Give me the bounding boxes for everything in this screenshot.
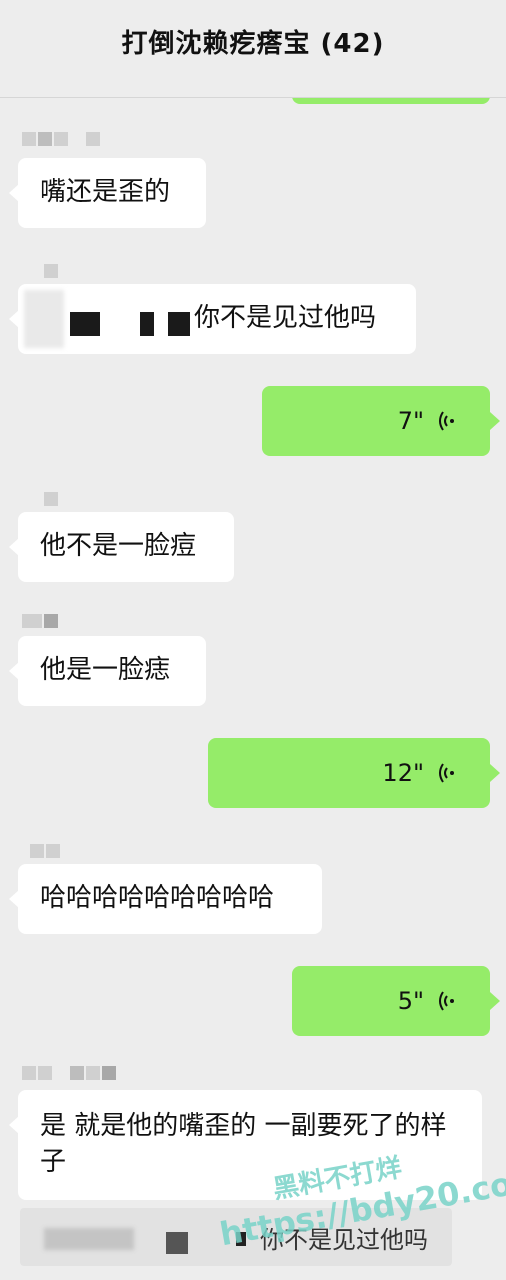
sender-avatar-name[interactable] (30, 844, 60, 866)
voice-wave-icon (439, 991, 454, 1011)
redaction-block (70, 312, 100, 336)
message-bubble-incoming[interactable]: 嘴还是歪的 (9, 158, 206, 228)
message-bubble-incoming[interactable]: 哈哈哈哈哈哈哈哈哈 (9, 864, 322, 934)
redaction-block (166, 1232, 188, 1254)
sender-avatar-name[interactable] (22, 132, 100, 154)
voice-message-bubble[interactable]: 5" (292, 966, 500, 1036)
message-text: 他不是一脸痘 (40, 531, 197, 561)
sender-avatar-name[interactable] (22, 1066, 116, 1088)
redaction-block (168, 312, 190, 336)
sender-avatar-name[interactable] (44, 264, 58, 286)
voice-message-bubble[interactable]: 7" (262, 386, 500, 456)
sender-avatar-name[interactable] (22, 614, 58, 636)
voice-duration: 12" (382, 759, 424, 787)
message-text: 哈哈哈哈哈哈哈哈哈 (40, 883, 275, 913)
voice-wave-icon (439, 763, 454, 783)
message-text: 他是一脸痣 (40, 655, 171, 685)
message-text: 你不是见过他吗 (194, 303, 377, 333)
message-bubble-incoming[interactable]: 他是一脸痣 (9, 636, 206, 706)
chat-header: 打倒沈赖疙瘩宝 (42) (0, 0, 506, 98)
voice-wave-icon (439, 411, 454, 431)
redaction-blur (24, 290, 64, 348)
message-bubble-incoming[interactable]: 他不是一脸痘 (9, 512, 234, 582)
redaction-blur (44, 1228, 134, 1250)
redaction-block (140, 312, 154, 336)
sender-avatar-name[interactable] (44, 492, 58, 514)
voice-duration: 7" (397, 407, 424, 435)
message-text: 嘴还是歪的 (40, 177, 171, 207)
voice-message-bubble[interactable]: 12" (208, 738, 500, 808)
chat-title[interactable]: 打倒沈赖疙瘩宝 (42) (122, 23, 385, 60)
voice-duration: 5" (397, 987, 424, 1015)
